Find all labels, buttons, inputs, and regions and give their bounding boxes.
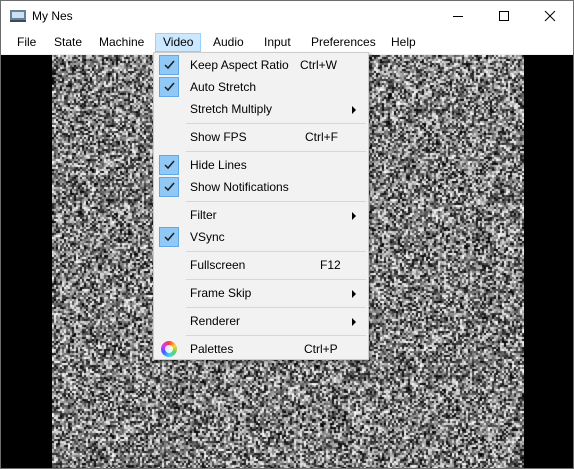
maximize-button[interactable] bbox=[481, 1, 527, 31]
menu-separator bbox=[186, 201, 366, 202]
menu-item-label: Stretch Multiply bbox=[190, 102, 273, 116]
minimize-button[interactable] bbox=[435, 1, 481, 31]
menu-item-label: Show Notifications bbox=[190, 180, 289, 194]
close-icon bbox=[544, 10, 556, 22]
menu-item-filter[interactable]: Filter bbox=[156, 205, 366, 227]
menu-item-auto-stretch[interactable]: Auto Stretch bbox=[156, 77, 366, 99]
menu-item-label: Renderer bbox=[190, 314, 241, 328]
menu-preferences[interactable]: Preferences bbox=[304, 33, 383, 52]
app-icon bbox=[10, 10, 26, 22]
menu-item-stretch-multiply[interactable]: Stretch Multiply bbox=[156, 99, 366, 121]
checkmark-icon bbox=[159, 227, 179, 247]
menu-separator bbox=[186, 335, 366, 336]
menu-item-label: Palettes bbox=[190, 342, 234, 356]
submenu-arrow-icon bbox=[352, 318, 356, 326]
shortcut-label: F12 bbox=[320, 258, 341, 272]
shortcut-label: Ctrl+P bbox=[304, 342, 338, 356]
minimize-icon bbox=[453, 16, 463, 17]
shortcut-label: Ctrl+W bbox=[300, 58, 337, 72]
menu-item-label: VSync bbox=[190, 230, 225, 244]
menu-item-show-notifications[interactable]: Show Notifications bbox=[156, 177, 366, 199]
menu-input[interactable]: Input bbox=[257, 33, 298, 52]
palette-icon bbox=[161, 341, 177, 357]
menu-audio[interactable]: Audio bbox=[206, 33, 251, 52]
checkmark-icon bbox=[159, 77, 179, 97]
menu-item-palettes[interactable]: Palettes Ctrl+P bbox=[156, 339, 366, 361]
submenu-arrow-icon bbox=[352, 106, 356, 114]
submenu-arrow-icon bbox=[352, 290, 356, 298]
close-button[interactable] bbox=[527, 1, 573, 31]
menu-item-renderer[interactable]: Renderer bbox=[156, 311, 366, 333]
menu-separator bbox=[186, 307, 366, 308]
menu-item-show-fps[interactable]: Show FPS Ctrl+F bbox=[156, 127, 366, 149]
menu-item-keep-aspect-ratio[interactable]: Keep Aspect Ratio Ctrl+W bbox=[156, 55, 366, 77]
shortcut-label: Ctrl+F bbox=[305, 130, 338, 144]
submenu-arrow-icon bbox=[352, 212, 356, 220]
checkmark-icon bbox=[159, 177, 179, 197]
menu-item-label: Keep Aspect Ratio bbox=[190, 58, 289, 72]
menu-item-hide-lines[interactable]: Hide Lines bbox=[156, 155, 366, 177]
window-title: My Nes bbox=[32, 9, 73, 23]
menu-item-frame-skip[interactable]: Frame Skip bbox=[156, 283, 366, 305]
checkmark-icon bbox=[159, 155, 179, 175]
menu-help[interactable]: Help bbox=[384, 33, 423, 52]
maximize-icon bbox=[499, 11, 509, 21]
menu-item-label: Hide Lines bbox=[190, 158, 247, 172]
menu-item-fullscreen[interactable]: Fullscreen F12 bbox=[156, 255, 366, 277]
menu-file[interactable]: File bbox=[10, 33, 43, 52]
menu-item-label: Filter bbox=[190, 208, 217, 222]
menu-machine[interactable]: Machine bbox=[92, 33, 151, 52]
menu-item-label: Fullscreen bbox=[190, 258, 246, 272]
menu-video[interactable]: Video bbox=[155, 33, 202, 52]
menu-separator bbox=[186, 251, 366, 252]
menu-separator bbox=[186, 151, 366, 152]
menu-item-label: Auto Stretch bbox=[190, 80, 257, 94]
checkmark-icon bbox=[159, 55, 179, 75]
menu-state[interactable]: State bbox=[47, 33, 89, 52]
title-bar[interactable]: My Nes bbox=[1, 1, 573, 31]
menu-separator bbox=[186, 123, 366, 124]
video-menu-dropdown: Keep Aspect Ratio Ctrl+W Auto Stretch St… bbox=[153, 52, 369, 360]
menu-item-label: Frame Skip bbox=[190, 286, 252, 300]
menu-item-label: Show FPS bbox=[190, 130, 247, 144]
menu-item-vsync[interactable]: VSync bbox=[156, 227, 366, 249]
menu-separator bbox=[186, 279, 366, 280]
